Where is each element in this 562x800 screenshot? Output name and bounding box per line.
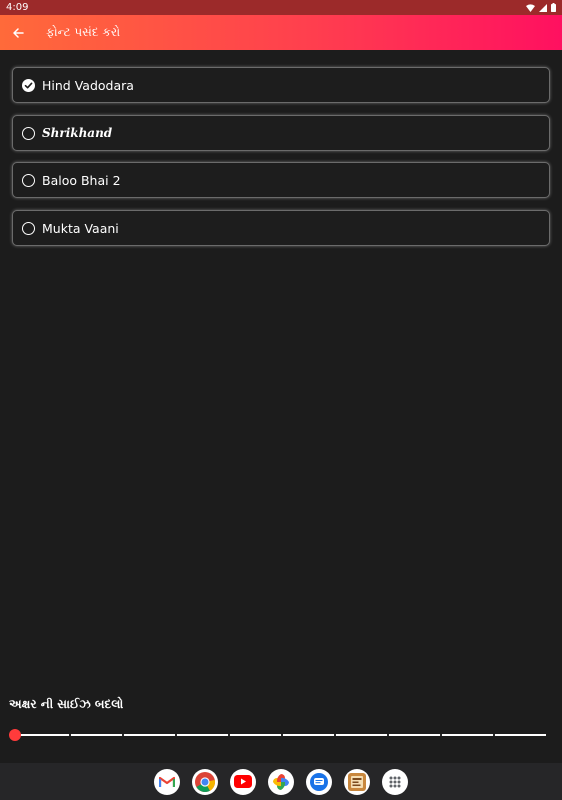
slider-tick [228,734,230,736]
font-option-mukta-vaani[interactable]: Mukta Vaani [12,210,550,246]
battery-icon [551,3,556,12]
slider-tick [281,734,283,736]
gallery-icon[interactable] [344,768,370,795]
chrome-icon[interactable] [192,768,218,795]
status-time: 4:09 [6,2,29,13]
font-list: Hind Vadodara Shrikhand Baloo Bhai 2 Muk… [12,67,550,258]
check-circle-icon[interactable] [22,78,35,92]
app-dock [0,763,562,800]
signal-icon [539,3,547,12]
radio-unchecked-icon[interactable] [22,173,35,187]
font-option-label: Shrikhand [42,126,113,140]
slider-tick [493,734,495,736]
font-option-hind-vadodara[interactable]: Hind Vadodara [12,67,550,103]
slider-tick [334,734,336,736]
font-option-label: Mukta Vaani [42,220,119,236]
font-option-label: Hind Vadodara [42,77,134,93]
font-size-slider[interactable] [8,727,550,743]
app-bar: ફોન્ટ પસંદ કરો [0,15,562,50]
messages-icon[interactable] [306,768,332,795]
slider-tick [440,734,442,736]
wifi-icon [526,3,535,12]
photos-icon[interactable] [268,768,294,795]
slider-tick [122,734,124,736]
radio-unchecked-icon[interactable] [22,126,35,140]
gmail-icon[interactable] [154,768,180,795]
font-option-shrikhand[interactable]: Shrikhand [12,115,550,151]
slider-track[interactable] [14,734,546,736]
radio-unchecked-icon[interactable] [22,221,35,235]
slider-tick [69,734,71,736]
status-icons [526,3,556,12]
font-size-label: અક્ષર ની સાઈઝ બદલો [9,697,124,711]
slider-tick [387,734,389,736]
app-drawer-icon[interactable] [382,768,408,795]
arrow-back-icon [13,27,24,38]
slider-tick [175,734,177,736]
font-option-baloo-bhai-2[interactable]: Baloo Bhai 2 [12,162,550,198]
font-option-label: Baloo Bhai 2 [42,172,121,188]
youtube-icon[interactable] [230,768,256,795]
slider-thumb[interactable] [9,729,21,741]
page-title: ફોન્ટ પસંદ કરો [46,25,121,39]
status-bar: 4:09 [0,0,562,15]
back-button[interactable] [1,15,35,50]
